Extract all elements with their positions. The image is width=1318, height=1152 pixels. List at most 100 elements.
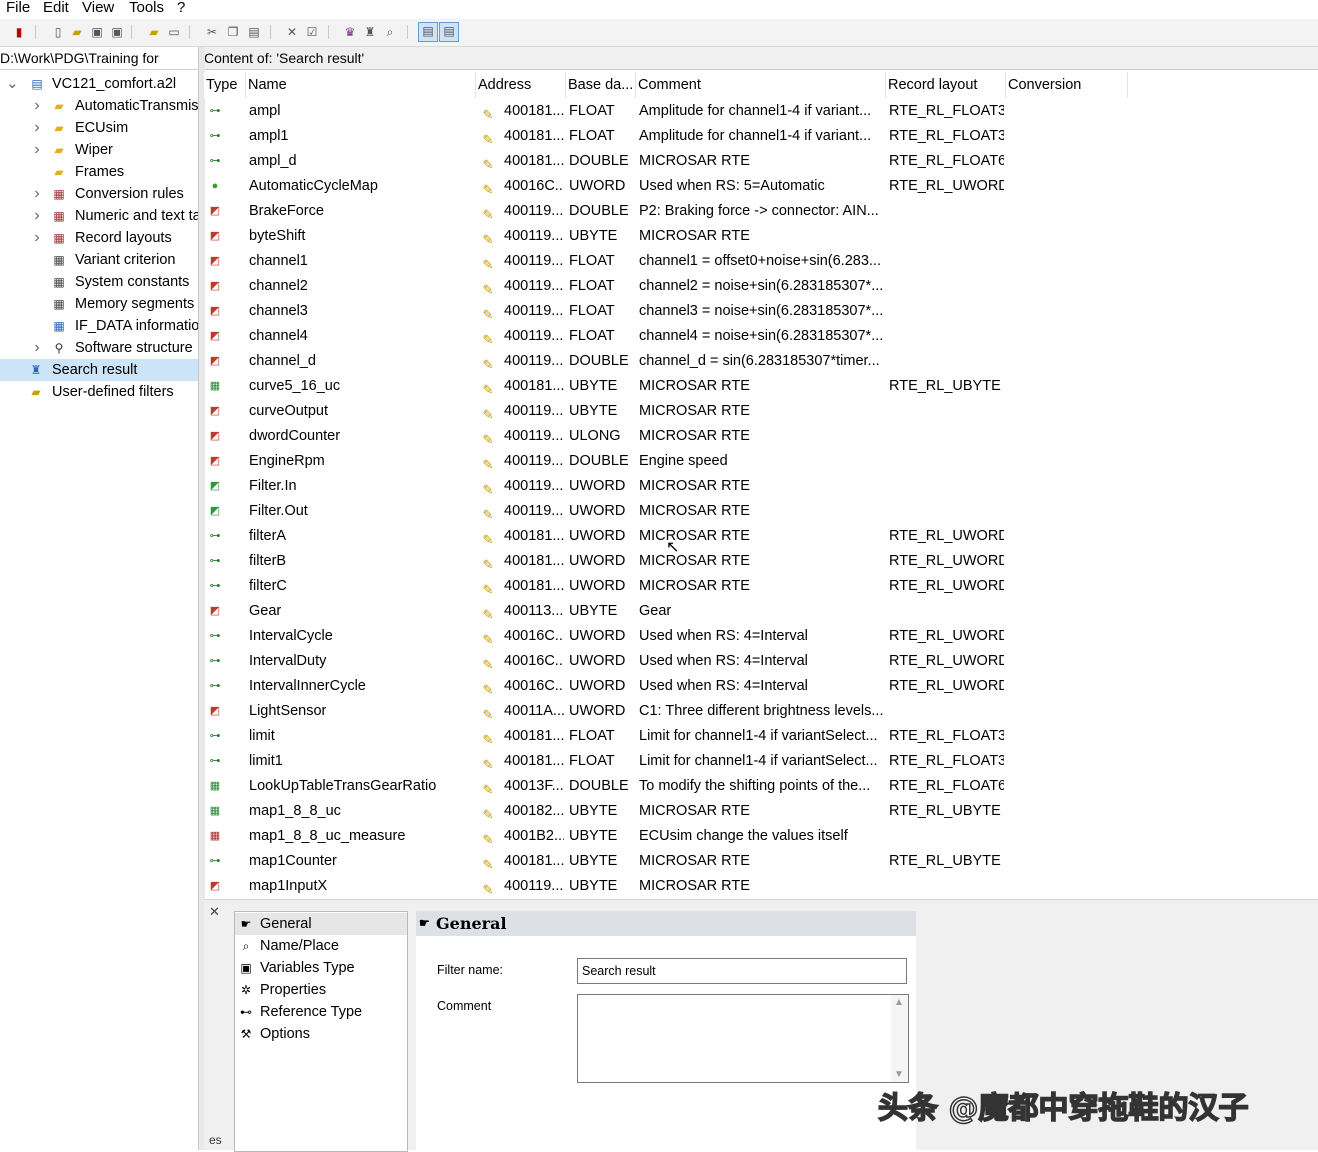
tree-item[interactable]: ♜ Search result [0,359,198,381]
filter-name-input[interactable]: Search result [577,958,907,984]
copy-icon[interactable]: ❐ [225,24,241,40]
tree-item[interactable]: ▦ System constants [0,271,198,293]
filter-category-item[interactable]: ⌕ Name/Place [235,935,407,957]
tree-item[interactable]: ▦ Variant criterion [0,249,198,271]
open-icon[interactable]: ▰ [69,24,85,40]
tree-item[interactable]: › ▦ Record layouts [0,227,198,249]
table-row[interactable]: ⊶ filterC 400181... UWORD MICROSAR RTE RTE_RL… [204,574,1318,599]
comment-textarea[interactable]: ▲ ▼ [577,994,909,1083]
table-row[interactable]: ⊶ filterB 400181... UWORD MICROSAR RTE RTE_RL… [204,549,1318,574]
table-row[interactable]: ▦ LookUpTableTransGearRatio 40013F... DOUBL… [204,774,1318,799]
column-header-type[interactable]: Type [204,72,246,98]
tree-item[interactable]: › ⚲ Software structure [0,337,198,359]
view-2-icon[interactable]: ▤ [439,22,459,42]
table-row[interactable]: ⊶ ampl 400181... FLOAT Amplitude for channel… [204,99,1318,124]
close-icon[interactable]: ✕ [209,904,220,920]
filter-category-item[interactable]: ☛ General [235,913,407,935]
table-row[interactable]: ⊶ ampl1 400181... FLOAT Amplitude for channe… [204,124,1318,149]
table-row[interactable]: ◩ channel4 400119... FLOAT channel4 = noise+… [204,324,1318,349]
table-row[interactable]: ⊶ IntervalDuty 40016C... UWORD Used when RS:… [204,649,1318,674]
table-row[interactable]: ◩ byteShift 400119... UBYTE MICROSAR RTE ✎ [204,224,1318,249]
chevron-right-icon[interactable]: › [31,227,43,249]
tree-item[interactable]: › ▰ AutomaticTransmission [0,95,198,117]
table-row[interactable]: ▦ curve5_16_uc 400181... UBYTE MICROSAR RTE R… [204,374,1318,399]
chevron-right-icon[interactable]: › [31,139,43,161]
column-header-comment[interactable]: Comment [636,72,886,98]
table-row[interactable]: ◩ channel1 400119... FLOAT channel1 = offset… [204,249,1318,274]
chevron-down-icon[interactable]: ⌄ [6,73,19,95]
column-header-name-label: Name [248,77,287,93]
properties-icon[interactable]: ☑ [304,24,320,40]
scroll-up-icon[interactable]: ▲ [894,997,904,1008]
chevron-right-icon[interactable]: › [31,337,43,359]
column-header-record[interactable]: Record layout [886,72,1006,98]
tree-item[interactable]: › ▦ Numeric and text tables [0,205,198,227]
table-row[interactable]: ⊶ limit 400181... FLOAT Limit for channel1-4… [204,724,1318,749]
table-row[interactable]: ◩ EngineRpm 400119... DOUBLE Engine speed ✎ [204,449,1318,474]
chevron-right-icon[interactable]: › [31,183,43,205]
table-row[interactable]: ◩ LightSensor 40011A... UWORD C1: Three diff… [204,699,1318,724]
menu-help[interactable]: ? [177,0,185,16]
save-all-icon[interactable]: ▣ [109,24,125,40]
exit-icon[interactable]: ▮ [11,24,27,40]
table-row[interactable]: ◩ channel2 400119... FLOAT channel2 = noise+… [204,274,1318,299]
chevron-right-icon[interactable]: › [31,117,43,139]
find-icon[interactable]: ♜ [362,24,378,40]
cell-base: UBYTE [569,228,618,244]
menu-view[interactable]: View [82,0,114,16]
column-header-base[interactable]: Base da... [566,72,636,98]
table-row[interactable]: ⊶ map1Counter 400181... UBYTE MICROSAR RTE RT… [204,849,1318,874]
table-row[interactable]: ◩ Gear 400113... UBYTE Gear ✎ [204,599,1318,624]
tree-item[interactable]: › ▦ Conversion rules [0,183,198,205]
table-row[interactable]: ⊶ IntervalInnerCycle 40016C... UWORD Used wh… [204,674,1318,699]
table-row[interactable]: ◩ curveOutput 400119... UBYTE MICROSAR RTE ✎ [204,399,1318,424]
wizard-icon[interactable]: ♛ [342,24,358,40]
tree-item[interactable]: ▰ Frames [0,161,198,183]
table-row[interactable]: ◩ Filter.In 400119... UWORD MICROSAR RTE ✎ [204,474,1318,499]
filter-category-item[interactable]: ⊷ Reference Type [235,1001,407,1023]
table-row[interactable]: ◩ channel3 400119... FLOAT channel3 = noise+… [204,299,1318,324]
table-row[interactable]: ● AutomaticCycleMap 40016C... UWORD Used whe… [204,174,1318,199]
tree-item[interactable]: › ▰ Wiper [0,139,198,161]
zoom-icon[interactable]: ⌕ [382,24,398,40]
table-row[interactable]: ◩ channel_d 400119... DOUBLE channel_d = sin… [204,349,1318,374]
table-row[interactable]: ◩ BrakeForce 400119... DOUBLE P2: Braking fo… [204,199,1318,224]
menu-edit[interactable]: Edit [43,0,69,16]
table-row[interactable]: ⊶ limit1 400181... FLOAT Limit for channel1-… [204,749,1318,774]
column-header-name[interactable]: Name▲ [246,72,476,98]
filter-category-item[interactable]: ▣ Variables Type [235,957,407,979]
filter-category-item[interactable]: ⚒ Options [235,1023,407,1045]
side-tab-caption[interactable]: es [209,1133,222,1147]
tree-item[interactable]: ⌄ ▤ VC121_comfort.a2l [0,73,198,95]
scroll-down-icon[interactable]: ▼ [894,1069,904,1080]
table-row[interactable]: ◩ map1InputX 400119... UBYTE MICROSAR RTE ✎ [204,874,1318,899]
tree-item[interactable]: ▰ User-defined filters [0,381,198,403]
column-header-address[interactable]: Address [476,72,566,98]
cut-icon[interactable]: ✂ [204,24,220,40]
tree-item[interactable]: ▦ IF_DATA information [0,315,198,337]
table-row[interactable]: ▦ map1_8_8_uc_measure 4001B2... UBYTE ECUsim… [204,824,1318,849]
close-file-icon[interactable]: ▰ [146,24,162,40]
paste-icon[interactable]: ▤ [246,24,262,40]
column-header-conversion[interactable]: Conversion [1006,72,1128,98]
new-icon[interactable]: ▯ [50,24,66,40]
save-icon[interactable]: ▣ [89,24,105,40]
comment-scrollbar[interactable]: ▲ ▼ [891,995,908,1082]
table-row[interactable]: ⊶ filterA 400181... UWORD MICROSAR RTE RTE_RL… [204,524,1318,549]
filter-category-item[interactable]: ✲ Properties [235,979,407,1001]
cell-name: Gear [249,603,282,619]
tree-item[interactable]: ▦ Memory segments [0,293,198,315]
tree-item[interactable]: › ▰ ECUsim [0,117,198,139]
table-row[interactable]: ▦ map1_8_8_uc 400182... UBYTE MICROSAR RTE RT… [204,799,1318,824]
table-row[interactable]: ⊶ IntervalCycle 40016C... UWORD Used when RS… [204,624,1318,649]
close-folder-icon[interactable]: ▭ [166,24,182,40]
table-row[interactable]: ◩ dwordCounter 400119... ULONG MICROSAR RTE ✎ [204,424,1318,449]
menu-file[interactable]: File [6,0,30,16]
table-row[interactable]: ◩ Filter.Out 400119... UWORD MICROSAR RTE ✎ [204,499,1318,524]
table-row[interactable]: ⊶ ampl_d 400181... DOUBLE MICROSAR RTE RTE_RL… [204,149,1318,174]
menu-tools[interactable]: Tools [129,0,164,16]
chevron-right-icon[interactable]: › [31,205,43,227]
chevron-right-icon[interactable]: › [31,95,43,117]
view-1-icon[interactable]: ▤ [418,22,438,42]
delete-icon[interactable]: ✕ [284,24,300,40]
